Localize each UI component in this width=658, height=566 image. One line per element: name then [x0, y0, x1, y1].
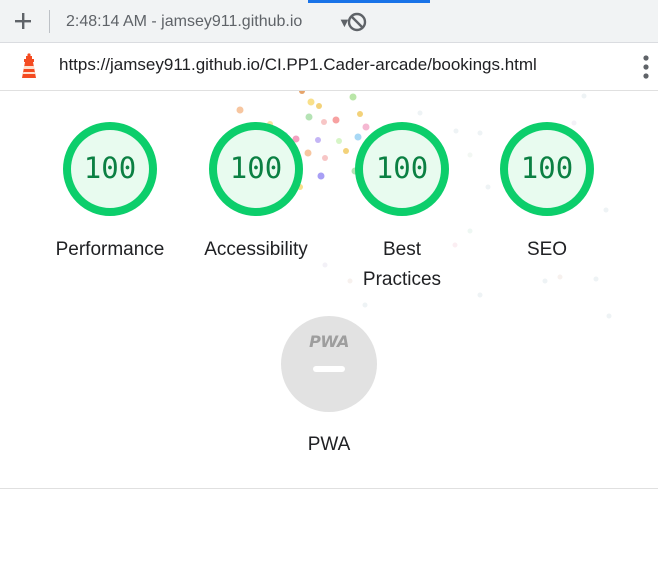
gauge-pwa[interactable]: PWA PWA — [264, 316, 394, 460]
score-label-accessibility: Accessibility — [204, 239, 308, 260]
scores-summary: 100 Performance 100 Accessibility 100 Be… — [0, 91, 658, 489]
gauge-accessibility[interactable]: 100 Accessibility — [191, 121, 321, 265]
toolbar-divider — [49, 10, 50, 33]
score-label-seo: SEO — [526, 239, 568, 260]
pwa-mark: PWA — [309, 332, 349, 351]
plus-icon — [15, 13, 31, 29]
score-value-accessibility: 100 — [229, 151, 283, 185]
score-label-best-practices: Best Practices — [362, 239, 442, 290]
report-selector-label: 2:48:14 AM - jamsey911.github.io — [66, 13, 303, 30]
score-value-performance: 100 — [83, 151, 137, 185]
more-vert-icon[interactable] — [638, 53, 654, 81]
pwa-badge: PWA — [281, 316, 377, 412]
report-selector[interactable]: 2:48:14 AM - jamsey911.github.io ▼ — [66, 10, 351, 34]
gauge-performance[interactable]: 100 Performance — [45, 121, 175, 265]
gauge-seo[interactable]: 100 SEO — [482, 121, 612, 265]
score-value-best-practices: 100 — [375, 151, 429, 185]
new-report-button[interactable] — [12, 10, 34, 32]
lighthouse-icon — [22, 53, 36, 78]
gauge-best-practices[interactable]: 100 Best Practices — [337, 121, 467, 295]
score-value-seo: 100 — [520, 151, 574, 185]
audited-url: https://jamsey911.github.io/CI.PP1.Cader… — [59, 55, 537, 74]
block-icon — [347, 12, 367, 32]
score-label-performance: Performance — [55, 239, 165, 260]
lighthouse-toolbar: 2:48:14 AM - jamsey911.github.io ▼ — [0, 0, 658, 43]
clear-reports-button[interactable] — [346, 11, 368, 33]
active-tab-indicator — [308, 0, 430, 3]
score-label-pwa: PWA — [307, 434, 351, 455]
pwa-not-applicable-dash — [313, 366, 345, 372]
audited-url-bar: https://jamsey911.github.io/CI.PP1.Cader… — [0, 43, 658, 91]
